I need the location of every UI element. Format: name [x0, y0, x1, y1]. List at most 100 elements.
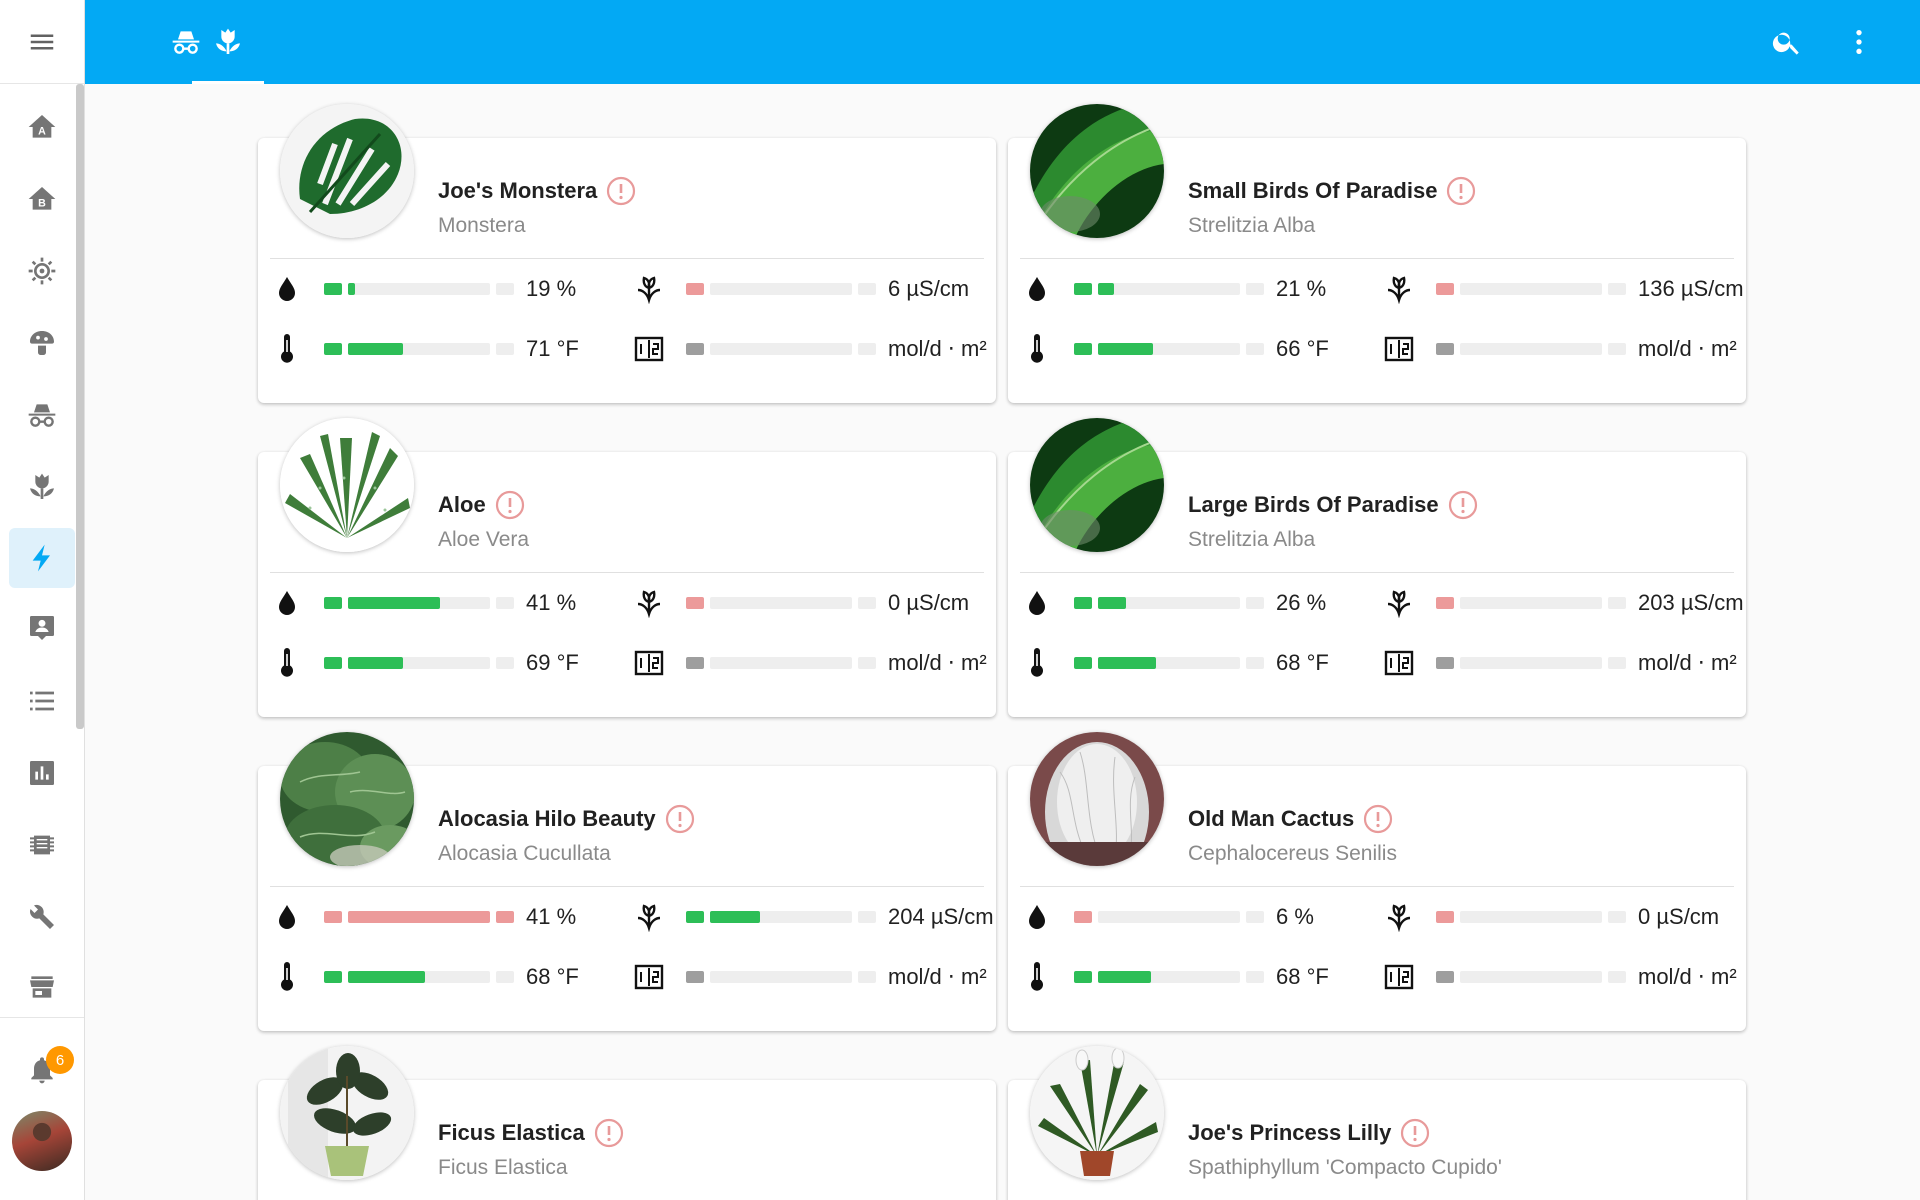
illuminance-bar — [1436, 343, 1626, 355]
search-icon — [1772, 32, 1799, 55]
conductivity-metric[interactable]: 204 µS/cm — [634, 902, 994, 932]
sidebar-item-mushroom[interactable] — [9, 313, 75, 373]
plant-card[interactable]: Large Birds Of Paradise Strelitzia Alba … — [1008, 418, 1746, 717]
bar-high-segment — [1246, 657, 1264, 669]
conductivity-metric[interactable]: 203 µS/cm — [1384, 588, 1744, 618]
flower-tulip-icon — [216, 28, 240, 54]
moisture-value: 41 % — [526, 590, 577, 615]
sidebar-divider — [0, 1017, 84, 1018]
plant-name: Alocasia Hilo Beauty — [438, 804, 695, 834]
plant-name: Joe's Monstera — [438, 176, 636, 206]
illuminance-bar — [686, 657, 876, 669]
sidebar-item-todo[interactable] — [9, 671, 75, 731]
plant-species: Strelitzia Alba — [1188, 214, 1316, 237]
plant-species: Ficus Elastica — [438, 1156, 568, 1179]
conductivity-value: 204 µS/cm — [888, 904, 994, 929]
temperature-metric[interactable]: 68 °F — [272, 962, 622, 992]
plant-card[interactable]: Joe's Princess Lilly Spathiphyllum 'Comp… — [1008, 1046, 1746, 1200]
sidebar-item-plants[interactable] — [9, 457, 75, 517]
illuminance-metric[interactable]: mol/d ⋅ m² — [1384, 334, 1737, 364]
conductivity-value: 6 µS/cm — [888, 276, 970, 301]
moisture-bar — [1074, 283, 1264, 295]
water-drop-icon — [1022, 588, 1052, 618]
conductivity-metric[interactable]: 0 µS/cm — [1384, 902, 1734, 932]
bar-low-segment — [1074, 971, 1092, 983]
plant-species: Alocasia Cucullata — [438, 842, 611, 865]
sidebar-item-home-a[interactable]: A — [9, 97, 75, 157]
plant-card[interactable]: Alocasia Hilo Beauty Alocasia Cucullata … — [258, 732, 996, 1031]
top-app-bar — [85, 0, 1920, 84]
bar-track — [1460, 283, 1602, 295]
moisture-bar — [324, 283, 514, 295]
card-divider — [270, 886, 984, 887]
temperature-metric[interactable]: 68 °F — [1022, 648, 1372, 678]
bar-low-segment — [686, 343, 704, 355]
moisture-metric[interactable]: 21 % — [1022, 274, 1372, 304]
conductivity-metric[interactable]: 136 µS/cm — [1384, 274, 1744, 304]
illuminance-metric[interactable]: mol/d ⋅ m² — [634, 962, 987, 992]
sidebar-item-vacuum[interactable] — [9, 241, 75, 301]
moisture-metric[interactable]: 41 % — [272, 588, 622, 618]
illuminance-value: mol/d ⋅ m² — [888, 650, 987, 675]
sidebar-item-home-b[interactable]: B — [9, 169, 75, 229]
menu-button[interactable] — [0, 0, 84, 84]
bar-high-segment — [1608, 597, 1626, 609]
sidebar-item-logbook[interactable] — [9, 598, 75, 658]
bar-fill — [348, 283, 355, 295]
illuminance-metric[interactable]: mol/d ⋅ m² — [634, 334, 987, 364]
plant-card[interactable]: Aloe Aloe Vera 41 % 0 µS/cm 69 °F mol/d … — [258, 418, 996, 717]
plant-photo-lilly — [1030, 1046, 1164, 1180]
conductivity-metric[interactable]: 6 µS/cm — [634, 274, 984, 304]
bar-fill — [1098, 283, 1114, 295]
tab-plants[interactable] — [192, 0, 264, 84]
conductivity-value: 0 µS/cm — [1638, 904, 1720, 929]
sidebar-item-incognito[interactable] — [9, 385, 75, 445]
water-drop-icon — [272, 902, 302, 932]
chip-icon — [30, 835, 54, 855]
conductivity-metric[interactable]: 0 µS/cm — [634, 588, 984, 618]
user-avatar[interactable] — [12, 1111, 72, 1171]
temperature-metric[interactable]: 71 °F — [272, 334, 622, 364]
plant-card[interactable]: Old Man Cactus Cephalocereus Senilis 6 %… — [1008, 732, 1746, 1031]
search-button[interactable] — [1763, 18, 1811, 66]
bar-low-segment — [324, 971, 342, 983]
lightning-icon — [32, 544, 50, 572]
incognito-icon — [28, 404, 56, 427]
plant-card[interactable]: Joe's Monstera Monstera 19 % 6 µS/cm 71 … — [258, 104, 996, 403]
moisture-metric[interactable]: 19 % — [272, 274, 622, 304]
moisture-metric[interactable]: 6 % — [1022, 902, 1372, 932]
temperature-metric[interactable]: 68 °F — [1022, 962, 1372, 992]
illuminance-metric[interactable]: mol/d ⋅ m² — [1384, 962, 1737, 992]
temperature-metric[interactable]: 66 °F — [1022, 334, 1372, 364]
robot-vacuum-icon — [28, 257, 56, 285]
more-options-button[interactable] — [1835, 18, 1883, 66]
plant-species: Aloe Vera — [438, 528, 530, 551]
temperature-value: 68 °F — [1276, 964, 1329, 989]
illuminance-metric[interactable]: mol/d ⋅ m² — [634, 648, 987, 678]
alert-icon — [1446, 176, 1476, 206]
sidebar-item-energy[interactable] — [9, 528, 75, 588]
moisture-metric[interactable]: 26 % — [1022, 588, 1372, 618]
illuminance-icon — [1384, 334, 1414, 364]
bar-high-segment — [1608, 657, 1626, 669]
plant-name: Aloe — [438, 490, 525, 520]
sidebar-item-developer-tools[interactable] — [9, 887, 75, 947]
plant-card[interactable]: Ficus Elastica Ficus Elastica — [258, 1046, 996, 1200]
temperature-bar — [324, 657, 514, 669]
sidebar-item-history[interactable] — [9, 743, 75, 803]
bar-low-segment — [1436, 971, 1454, 983]
store-icon — [30, 976, 54, 998]
bar-fill — [1098, 657, 1156, 669]
illuminance-metric[interactable]: mol/d ⋅ m² — [1384, 648, 1737, 678]
moisture-metric[interactable]: 41 % — [272, 902, 622, 932]
sidebar-scrollbar[interactable] — [76, 84, 84, 729]
plant-card[interactable]: Small Birds Of Paradise Strelitzia Alba … — [1008, 104, 1746, 403]
temperature-metric[interactable]: 69 °F — [272, 648, 622, 678]
plant-name: Old Man Cactus — [1188, 804, 1393, 834]
plant-photo-monstera — [280, 104, 414, 238]
plant-photo-ficus — [280, 1046, 414, 1180]
sidebar-item-store[interactable] — [9, 957, 75, 1017]
bar-low-segment — [1436, 283, 1454, 295]
sidebar-item-hardware[interactable] — [9, 815, 75, 875]
plant-name: Small Birds Of Paradise — [1188, 176, 1476, 206]
